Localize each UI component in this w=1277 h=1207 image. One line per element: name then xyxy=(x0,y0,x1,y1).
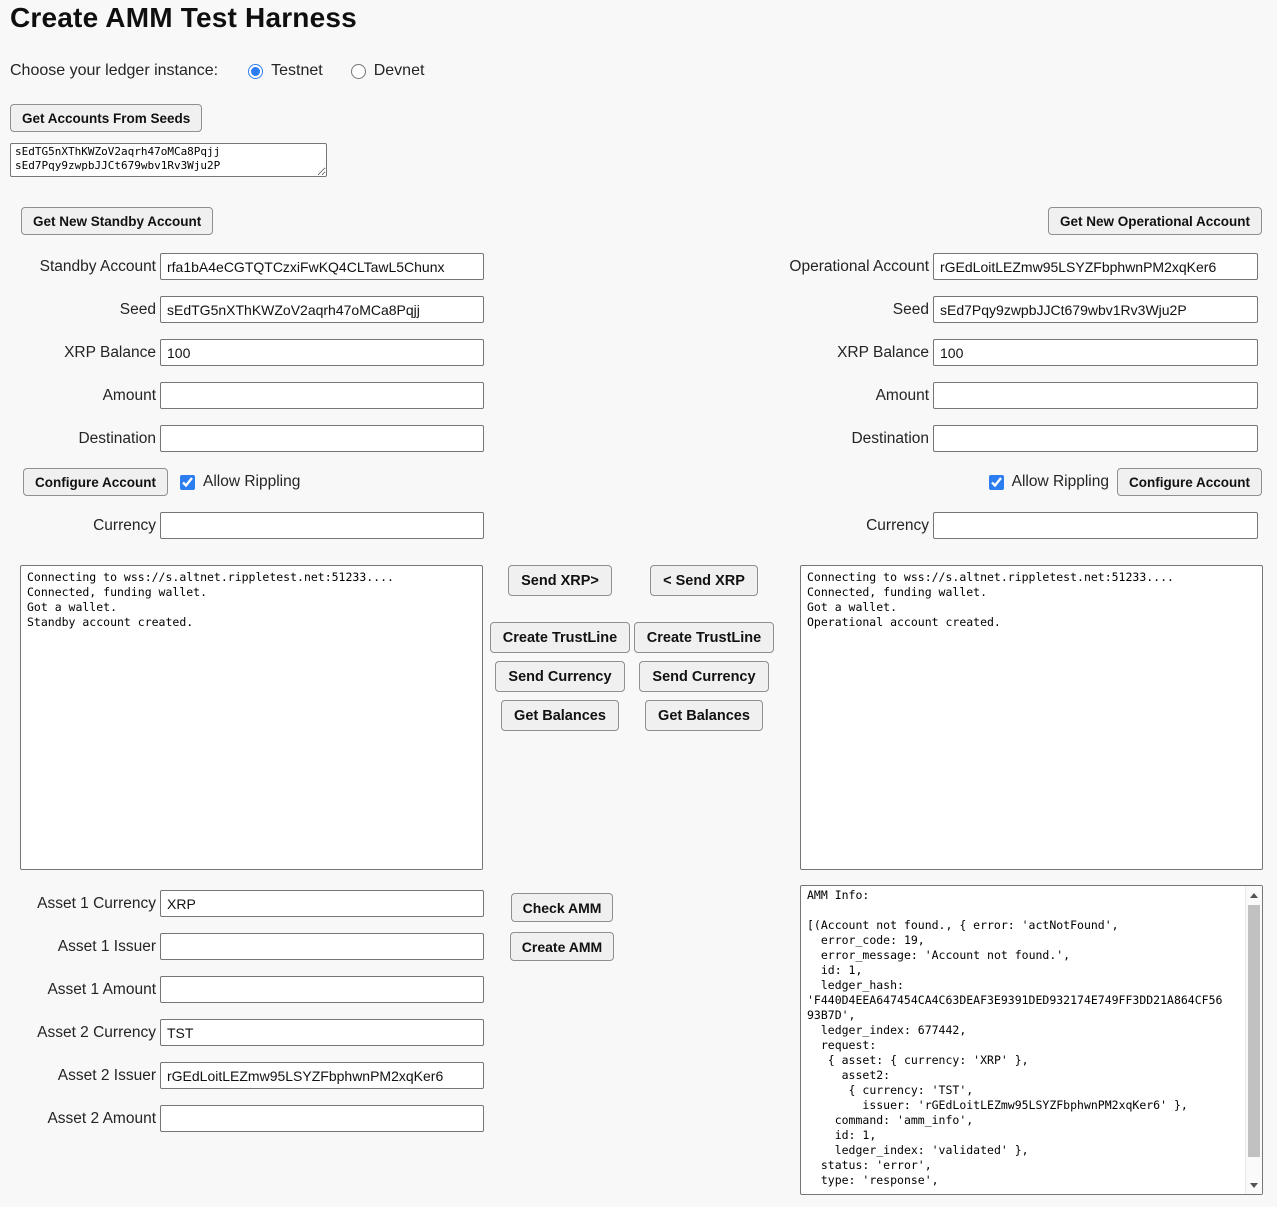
standby-amount-label: Amount xyxy=(10,387,160,405)
scroll-up-icon[interactable] xyxy=(1246,887,1262,903)
operational-currency-input[interactable] xyxy=(933,512,1258,539)
operational-account-label: Operational Account xyxy=(769,258,933,276)
asset2-issuer-row: Asset 2 Issuer xyxy=(10,1062,489,1089)
standby-account-row: Standby Account xyxy=(10,253,489,280)
operational-create-trustline-button[interactable]: Create TrustLine xyxy=(634,622,774,653)
ledger-instance-label: Choose your ledger instance: xyxy=(10,62,218,80)
page-title: Create AMM Test Harness xyxy=(10,2,357,34)
seeds-textarea[interactable]: sEdTG5nXThKWZoV2aqrh47oMCa8Pqjj sEd7Pqy9… xyxy=(10,143,327,177)
standby-result-log[interactable]: Connecting to wss://s.altnet.rippletest.… xyxy=(20,565,483,870)
standby-seed-input[interactable] xyxy=(160,296,484,323)
operational-seed-input[interactable] xyxy=(933,296,1258,323)
standby-allow-rippling-label: Allow Rippling xyxy=(203,473,300,491)
amm-info-box[interactable]: AMM Info: [(Account not found., { error:… xyxy=(800,885,1263,1195)
asset2-issuer-input[interactable] xyxy=(160,1062,484,1089)
amm-info-text: AMM Info: [(Account not found., { error:… xyxy=(801,886,1245,1194)
asset2-amount-label: Asset 2 Amount xyxy=(10,1110,160,1128)
standby-xrp-balance-input[interactable] xyxy=(160,339,484,366)
standby-account-input[interactable] xyxy=(160,253,484,280)
asset1-amount-label: Asset 1 Amount xyxy=(10,981,160,999)
standby-send-currency-button[interactable]: Send Currency xyxy=(495,661,624,692)
amm-info-scrollbar[interactable] xyxy=(1245,886,1262,1194)
standby-destination-label: Destination xyxy=(10,430,160,448)
standby-currency-label: Currency xyxy=(10,517,160,535)
operational-configure-account-button[interactable]: Configure Account xyxy=(1117,468,1262,496)
standby-panel: Standby Account Seed XRP Balance Amount … xyxy=(10,253,489,539)
operational-seed-row: Seed xyxy=(769,296,1262,323)
standby-account-label: Standby Account xyxy=(10,258,160,276)
asset1-issuer-row: Asset 1 Issuer xyxy=(10,933,489,960)
asset1-currency-label: Asset 1 Currency xyxy=(10,895,160,913)
standby-destination-input[interactable] xyxy=(160,425,484,452)
standby-seed-label: Seed xyxy=(10,301,160,319)
asset1-amount-row: Asset 1 Amount xyxy=(10,976,489,1003)
operational-destination-label: Destination xyxy=(769,430,933,448)
create-amm-button[interactable]: Create AMM xyxy=(510,932,614,961)
operational-panel: Operational Account Seed XRP Balance Amo… xyxy=(769,253,1262,539)
operational-seed-label: Seed xyxy=(769,301,933,319)
asset2-amount-row: Asset 2 Amount xyxy=(10,1105,489,1132)
devnet-radio[interactable] xyxy=(351,64,366,79)
standby-seed-row: Seed xyxy=(10,296,489,323)
get-new-standby-account-button[interactable]: Get New Standby Account xyxy=(21,207,213,235)
operational-destination-input[interactable] xyxy=(933,425,1258,452)
send-xrp-to-standby-button[interactable]: < Send XRP xyxy=(650,565,758,596)
asset2-currency-input[interactable] xyxy=(160,1019,484,1046)
operational-xrp-balance-label: XRP Balance xyxy=(769,344,933,362)
asset1-currency-input[interactable] xyxy=(160,890,484,917)
asset1-issuer-input[interactable] xyxy=(160,933,484,960)
operational-currency-label: Currency xyxy=(769,517,933,535)
devnet-radio-option[interactable]: Devnet xyxy=(351,62,425,80)
asset2-currency-label: Asset 2 Currency xyxy=(10,1024,160,1042)
asset2-amount-input[interactable] xyxy=(160,1105,484,1132)
scroll-down-icon[interactable] xyxy=(1246,1177,1262,1193)
operational-allow-rippling-checkbox[interactable] xyxy=(989,475,1004,490)
standby-actions-column: Send XRP> Create TrustLine Send Currency… xyxy=(497,565,623,731)
standby-configure-row: Configure Account Allow Rippling xyxy=(10,468,489,496)
operational-account-row: Operational Account xyxy=(769,253,1262,280)
testnet-radio[interactable] xyxy=(248,64,263,79)
standby-allow-rippling-checkbox[interactable] xyxy=(180,475,195,490)
standby-currency-input[interactable] xyxy=(160,512,484,539)
get-new-operational-account-button[interactable]: Get New Operational Account xyxy=(1048,207,1262,235)
operational-currency-row: Currency xyxy=(769,512,1262,539)
operational-account-input[interactable] xyxy=(933,253,1258,280)
standby-xrp-balance-row: XRP Balance xyxy=(10,339,489,366)
standby-create-trustline-button[interactable]: Create TrustLine xyxy=(490,622,630,653)
amm-asset-panel: Asset 1 Currency Asset 1 Issuer Asset 1 … xyxy=(10,890,489,1132)
send-xrp-to-operational-button[interactable]: Send XRP> xyxy=(508,565,612,596)
operational-result-log[interactable]: Connecting to wss://s.altnet.rippletest.… xyxy=(800,565,1263,870)
amm-actions-column: Check AMM Create AMM xyxy=(507,893,617,961)
standby-xrp-balance-label: XRP Balance xyxy=(10,344,160,362)
scrollbar-thumb[interactable] xyxy=(1248,905,1260,1157)
standby-destination-row: Destination xyxy=(10,425,489,452)
get-accounts-from-seeds-button[interactable]: Get Accounts From Seeds xyxy=(10,104,202,132)
standby-configure-account-button[interactable]: Configure Account xyxy=(23,468,168,496)
operational-amount-label: Amount xyxy=(769,387,933,405)
operational-send-currency-button[interactable]: Send Currency xyxy=(639,661,768,692)
operational-amount-input[interactable] xyxy=(933,382,1258,409)
asset1-currency-row: Asset 1 Currency xyxy=(10,890,489,917)
check-amm-button[interactable]: Check AMM xyxy=(511,893,614,922)
asset1-issuer-label: Asset 1 Issuer xyxy=(10,938,160,956)
operational-actions-column: < Send XRP Create TrustLine Send Currenc… xyxy=(641,565,767,731)
operational-configure-row: Allow Rippling Configure Account xyxy=(769,468,1262,496)
testnet-radio-option[interactable]: Testnet xyxy=(248,62,323,80)
asset2-currency-row: Asset 2 Currency xyxy=(10,1019,489,1046)
standby-currency-row: Currency xyxy=(10,512,489,539)
operational-allow-rippling-label: Allow Rippling xyxy=(1012,473,1109,491)
asset2-issuer-label: Asset 2 Issuer xyxy=(10,1067,160,1085)
operational-amount-row: Amount xyxy=(769,382,1262,409)
operational-xrp-balance-row: XRP Balance xyxy=(769,339,1262,366)
operational-xrp-balance-input[interactable] xyxy=(933,339,1258,366)
standby-get-balances-button[interactable]: Get Balances xyxy=(501,700,619,731)
ledger-instance-row: Choose your ledger instance: Testnet Dev… xyxy=(10,60,424,82)
operational-destination-row: Destination xyxy=(769,425,1262,452)
standby-amount-input[interactable] xyxy=(160,382,484,409)
testnet-radio-label: Testnet xyxy=(271,62,323,80)
operational-get-balances-button[interactable]: Get Balances xyxy=(645,700,763,731)
asset1-amount-input[interactable] xyxy=(160,976,484,1003)
devnet-radio-label: Devnet xyxy=(374,62,425,80)
standby-amount-row: Amount xyxy=(10,382,489,409)
